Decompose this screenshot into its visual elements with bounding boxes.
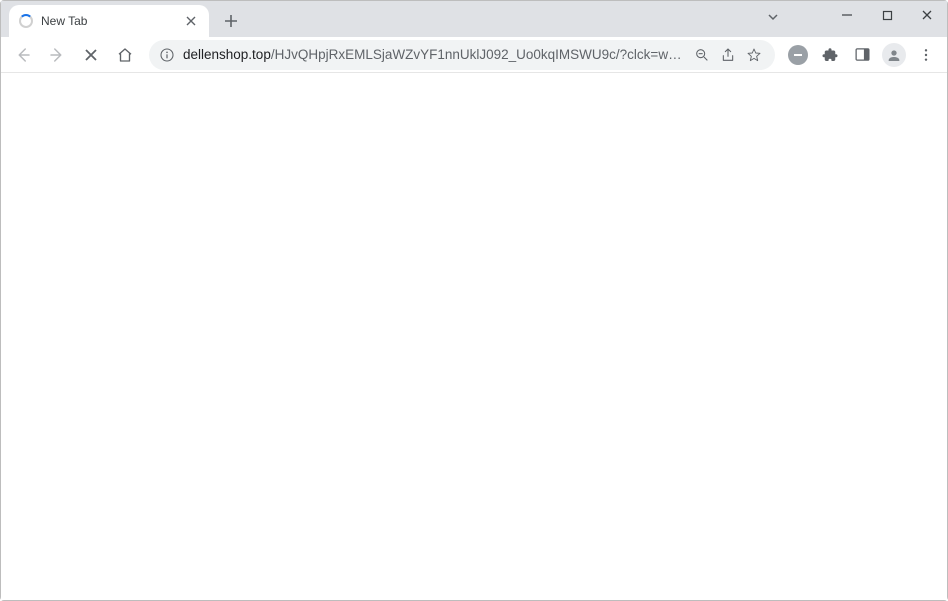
blocked-extension-button[interactable] bbox=[783, 40, 813, 70]
avatar-icon bbox=[882, 43, 906, 67]
share-icon bbox=[720, 47, 736, 63]
side-panel-icon bbox=[854, 46, 871, 63]
site-info-button[interactable] bbox=[157, 45, 177, 65]
tab-search-button[interactable] bbox=[759, 5, 787, 29]
extensions-button[interactable] bbox=[815, 40, 845, 70]
kebab-icon bbox=[918, 47, 934, 63]
profile-button[interactable] bbox=[879, 40, 909, 70]
home-icon bbox=[116, 46, 134, 64]
chevron-down-icon bbox=[767, 11, 779, 23]
stop-reload-button[interactable] bbox=[75, 39, 107, 71]
close-icon bbox=[921, 9, 933, 21]
arrow-left-icon bbox=[14, 46, 32, 64]
star-icon bbox=[746, 47, 762, 63]
arrow-right-icon bbox=[48, 46, 66, 64]
puzzle-icon bbox=[821, 46, 839, 64]
loading-spinner-icon bbox=[19, 14, 33, 28]
close-tab-button[interactable] bbox=[183, 13, 199, 29]
zoom-button[interactable] bbox=[689, 42, 715, 68]
maximize-icon bbox=[882, 10, 893, 21]
side-panel-button[interactable] bbox=[847, 40, 877, 70]
minimize-icon bbox=[841, 9, 853, 21]
window-controls bbox=[827, 1, 947, 29]
menu-button[interactable] bbox=[911, 40, 941, 70]
url-text: dellenshop.top/HJvQHpjRxEMLSjaWZvYF1nnUk… bbox=[183, 47, 689, 62]
forward-button[interactable] bbox=[41, 39, 73, 71]
tab-title: New Tab bbox=[41, 14, 183, 28]
back-button[interactable] bbox=[7, 39, 39, 71]
bookmark-button[interactable] bbox=[741, 42, 767, 68]
browser-tab[interactable]: New Tab bbox=[9, 5, 209, 37]
new-tab-button[interactable] bbox=[217, 7, 245, 35]
page-content bbox=[1, 73, 947, 600]
tab-strip: New Tab bbox=[1, 1, 947, 37]
maximize-button[interactable] bbox=[867, 1, 907, 29]
url-host: dellenshop.top bbox=[183, 47, 271, 62]
minimize-button[interactable] bbox=[827, 1, 867, 29]
close-icon bbox=[186, 16, 196, 26]
zoom-icon bbox=[694, 47, 710, 63]
blocked-icon bbox=[788, 45, 808, 65]
url-path: /HJvQHpjRxEMLSjaWZvYF1nnUklJ092_Uo0kqIMS… bbox=[271, 47, 689, 62]
info-icon bbox=[159, 47, 175, 63]
toolbar: dellenshop.top/HJvQHpjRxEMLSjaWZvYF1nnUk… bbox=[1, 37, 947, 73]
stop-icon bbox=[84, 48, 98, 62]
plus-icon bbox=[224, 14, 238, 28]
address-bar[interactable]: dellenshop.top/HJvQHpjRxEMLSjaWZvYF1nnUk… bbox=[149, 40, 775, 70]
close-window-button[interactable] bbox=[907, 1, 947, 29]
home-button[interactable] bbox=[109, 39, 141, 71]
share-button[interactable] bbox=[715, 42, 741, 68]
